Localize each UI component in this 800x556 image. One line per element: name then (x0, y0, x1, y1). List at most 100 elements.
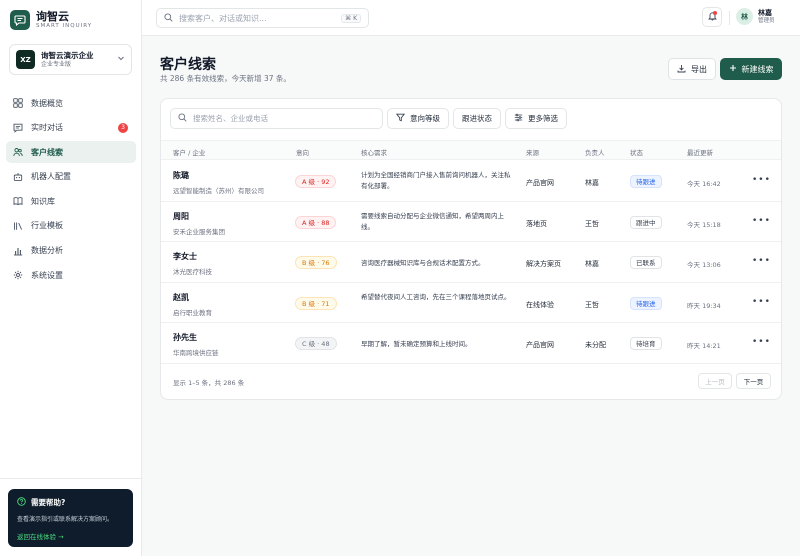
sidebar-item-analytics[interactable]: 数据分析 (6, 240, 136, 262)
help-link[interactable]: 返回在线体验 → (17, 531, 124, 541)
column-header[interactable]: 最近更新 (687, 147, 713, 157)
status-badge: 待培育 (630, 337, 662, 350)
users-icon (13, 147, 23, 157)
column-header[interactable]: 意向 (296, 147, 309, 157)
intent-filter-button[interactable]: 意向等级 (387, 108, 449, 129)
filter-icon (395, 113, 406, 124)
lead-updated: 今天 16:42 (687, 180, 721, 188)
table-row[interactable]: 孙先生 华南跨境供应链 C 级 · 48 早期了解，暂未确定预算和上线时间。 产品… (161, 323, 781, 364)
lead-source: 解决方案页 (526, 260, 561, 268)
next-page-button[interactable]: 下一页 (736, 373, 771, 389)
lead-name[interactable]: 李女士 (173, 251, 212, 262)
bar-chart-icon (13, 246, 23, 256)
gear-icon (13, 270, 23, 280)
help-circle-icon (17, 497, 26, 508)
search-placeholder: 搜索客户、对话或知识... (179, 13, 267, 23)
sidebar-item-overview[interactable]: 数据概览 (6, 92, 136, 114)
chat-icon (13, 123, 23, 133)
column-header[interactable]: 核心需求 (361, 147, 387, 157)
intent-grade-badge: C 级 · 48 (295, 337, 337, 350)
status-badge: 已联系 (630, 256, 662, 269)
org-switcher[interactable]: XZ 询智云演示企业 企业专业版 (9, 44, 132, 75)
lead-need: 需要线索自动分配与企业微信通知，希望两周内上线。 (361, 211, 504, 231)
row-more-button[interactable]: ••• (752, 297, 771, 307)
search-icon (164, 12, 173, 24)
sidebar-item-settings[interactable]: 系统设置 (6, 264, 136, 286)
lead-search-input[interactable]: 搜索姓名、企业或电话 (170, 108, 383, 129)
column-header[interactable]: 负责人 (585, 147, 605, 157)
intent-filter-label: 意向等级 (410, 114, 440, 123)
lead-company: 安禾企业服务集团 (173, 227, 225, 236)
column-header[interactable]: 来源 (526, 147, 539, 157)
row-more-button[interactable]: ••• (752, 175, 771, 185)
table-row[interactable]: 赵凯 启行职业教育 B 级 · 71 希望替代夜间人工咨询，先在三个课程落地页试点… (161, 283, 781, 323)
sidebar-item-live-chat[interactable]: 实时对话 3 (6, 117, 136, 139)
more-filters-button[interactable]: 更多筛选 (505, 108, 567, 129)
lead-need: 希望替代夜间人工咨询，先在三个课程落地页试点。 (361, 292, 511, 301)
lead-need: 咨询医疗器械知识库与合规话术配置方式。 (361, 259, 485, 267)
lead-name[interactable]: 周阳 (173, 211, 225, 222)
download-icon (677, 64, 686, 75)
column-header[interactable]: 客户 / 企业 (173, 147, 205, 157)
status-badge: 待跟进 (630, 175, 662, 188)
lead-owner: 王哲 (585, 300, 599, 309)
lead-search-placeholder: 搜索姓名、企业或电话 (193, 114, 268, 123)
lead-name[interactable]: 孙先生 (173, 332, 219, 343)
row-more-button[interactable]: ••• (752, 337, 771, 347)
table-row[interactable]: 陈璐 远望智能制造（苏州）有限公司 A 级 · 92 计划为全国经销商门户接入售前… (161, 161, 781, 202)
lead-source: 产品官网 (526, 179, 554, 187)
table-row[interactable]: 李女士 沐光医疗科技 B 级 · 76 咨询医疗器械知识库与合规话术配置方式。 解… (161, 242, 781, 283)
table-header: 客户 / 企业 意向 核心需求 来源 负责人 状态 最近更新 (161, 140, 781, 160)
notification-dot (713, 11, 717, 15)
help-title: 需要帮助? (31, 498, 66, 507)
column-header[interactable]: 状态 (630, 147, 643, 157)
sidebar-item-label: 实时对话 (31, 123, 63, 133)
sidebar-item-label: 客户线索 (31, 147, 63, 157)
sliders-icon (514, 113, 523, 124)
user-menu[interactable]: 林 林嘉 管理员 (736, 8, 775, 25)
sidebar-item-bot-config[interactable]: 机器人配置 (6, 166, 136, 188)
org-name: 询智云演示企业 (41, 50, 94, 60)
sidebar-nav: 数据概览 实时对话 3 客户线索 机器人配置 知识库 行业模板 数据分析 系统设… (6, 92, 136, 289)
sidebar-item-label: 系统设置 (31, 270, 63, 280)
intent-grade-badge: B 级 · 76 (295, 256, 337, 269)
status-badge: 跟进中 (630, 215, 662, 229)
notification-button[interactable] (702, 7, 722, 27)
lead-name[interactable]: 陈璐 (173, 170, 264, 181)
chevron-down-icon (117, 54, 125, 65)
export-label: 导出 (691, 64, 707, 74)
brand-logo[interactable]: 询智云 SMART INQUIRY (10, 8, 92, 32)
lead-updated: 今天 15:18 (687, 220, 721, 229)
unread-badge: 3 (118, 122, 128, 133)
lead-owner: 王哲 (585, 219, 599, 228)
row-more-button[interactable]: ••• (752, 216, 771, 226)
help-description: 查看演示指引或联系解决方案顾问。 (17, 516, 114, 523)
row-more-button[interactable]: ••• (752, 256, 771, 266)
table-row[interactable]: 周阳安禾企业服务集团 A 级 · 88 需要线索自动分配与企业微信通知，希望两周… (161, 202, 781, 242)
lead-name[interactable]: 赵凯 (173, 292, 212, 303)
leads-card: 搜索姓名、企业或电话 意向等级 跟进状态 更多筛选 客户 / 企业 意向 核心需… (160, 98, 782, 400)
sidebar-item-leads[interactable]: 客户线索 (6, 141, 136, 164)
sidebar-item-templates[interactable]: 行业模板 (6, 215, 136, 237)
sidebar-item-label: 知识库 (31, 196, 55, 206)
lead-source: 产品官网 (526, 341, 554, 349)
intent-grade-badge: A 级 · 88 (295, 215, 337, 229)
sidebar-item-knowledge[interactable]: 知识库 (6, 190, 136, 212)
follow-status-filter-button[interactable]: 跟进状态 (453, 108, 501, 129)
new-lead-button[interactable]: 新建线索 (720, 58, 782, 80)
grid-icon (13, 98, 23, 108)
prev-page-button[interactable]: 上一页 (698, 373, 732, 389)
shortcut-hint: ⌘ K (341, 13, 361, 23)
sidebar-item-label: 行业模板 (31, 221, 63, 231)
intent-grade-badge: B 级 · 71 (295, 296, 337, 310)
search-icon (178, 113, 187, 124)
new-lead-label: 新建线索 (741, 64, 774, 74)
status-badge: 待跟进 (630, 296, 662, 310)
brand-name: 询智云 (36, 9, 69, 23)
global-search-input[interactable]: 搜索客户、对话或知识... ⌘ K (156, 8, 369, 28)
help-card: 需要帮助? 查看演示指引或联系解决方案顾问。 返回在线体验 → (8, 489, 133, 547)
page-title: 客户线索 (160, 57, 216, 73)
library-icon (13, 221, 23, 231)
user-role: 管理员 (758, 17, 775, 24)
export-button[interactable]: 导出 (668, 58, 716, 80)
